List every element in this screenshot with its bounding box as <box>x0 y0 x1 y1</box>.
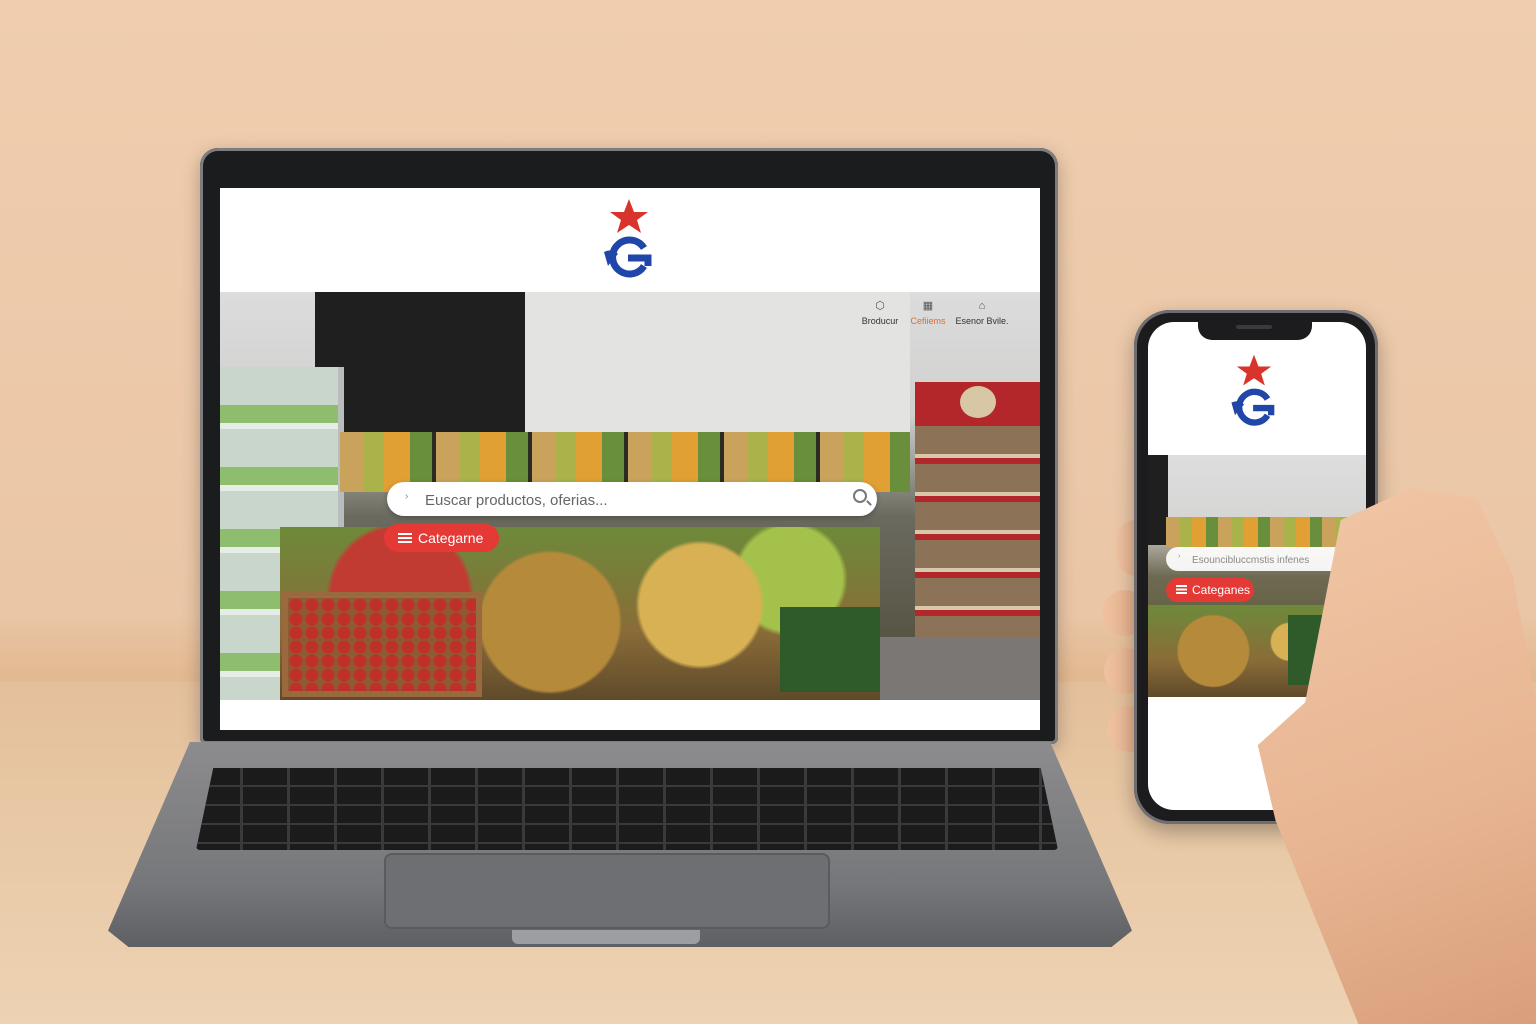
site-header <box>220 188 1040 292</box>
grocery-shelf <box>915 382 1040 662</box>
keyboard-rows <box>196 768 1058 850</box>
trackpad <box>384 853 830 929</box>
sign-badge <box>960 386 996 418</box>
categories-button[interactable]: Categanes <box>1166 578 1254 602</box>
search-bar[interactable]: › <box>387 482 877 516</box>
floor <box>880 637 1040 700</box>
categories-button[interactable]: Categarne <box>384 524 499 552</box>
categories-label: Categarne <box>418 530 484 546</box>
laptop-hinge-notch <box>512 930 700 944</box>
star-g-logo[interactable] <box>598 196 660 280</box>
store-icon: ⌂ <box>978 300 986 312</box>
star-g-logo[interactable] <box>1226 352 1282 428</box>
dark-panel <box>315 292 525 452</box>
nav-link-label: Cefiiems <box>910 316 946 326</box>
vegetable-crates <box>1166 517 1366 547</box>
search-bar[interactable]: › <box>1166 547 1346 571</box>
phone-speaker <box>1236 325 1272 329</box>
search-input[interactable] <box>423 488 827 512</box>
page-footer-strip <box>220 700 1040 730</box>
dark-panel <box>1148 455 1168 545</box>
menu-icon <box>398 533 412 543</box>
categories-label: Categanes <box>1192 583 1251 597</box>
menu-icon <box>1176 585 1187 594</box>
search-icon[interactable] <box>853 489 867 503</box>
search-input[interactable] <box>1190 550 1344 570</box>
green-counter <box>780 607 880 692</box>
chevron-right-icon: › <box>1178 553 1181 560</box>
laptop-screen: ⬡ Broducur ▦ Cefiiems ⌂ Esenor Bvile. › … <box>220 188 1040 730</box>
chevron-right-icon: › <box>405 491 409 502</box>
nav-link-label: Esenor Bvile. <box>955 316 1009 326</box>
phone-notch <box>1198 320 1312 340</box>
nav-link-store[interactable]: ⌂ Esenor Bvile. <box>947 300 1017 326</box>
hero-banner: ⬡ Broducur ▦ Cefiiems ⌂ Esenor Bvile. › … <box>220 292 1040 700</box>
strawberry-crate <box>282 592 482 697</box>
